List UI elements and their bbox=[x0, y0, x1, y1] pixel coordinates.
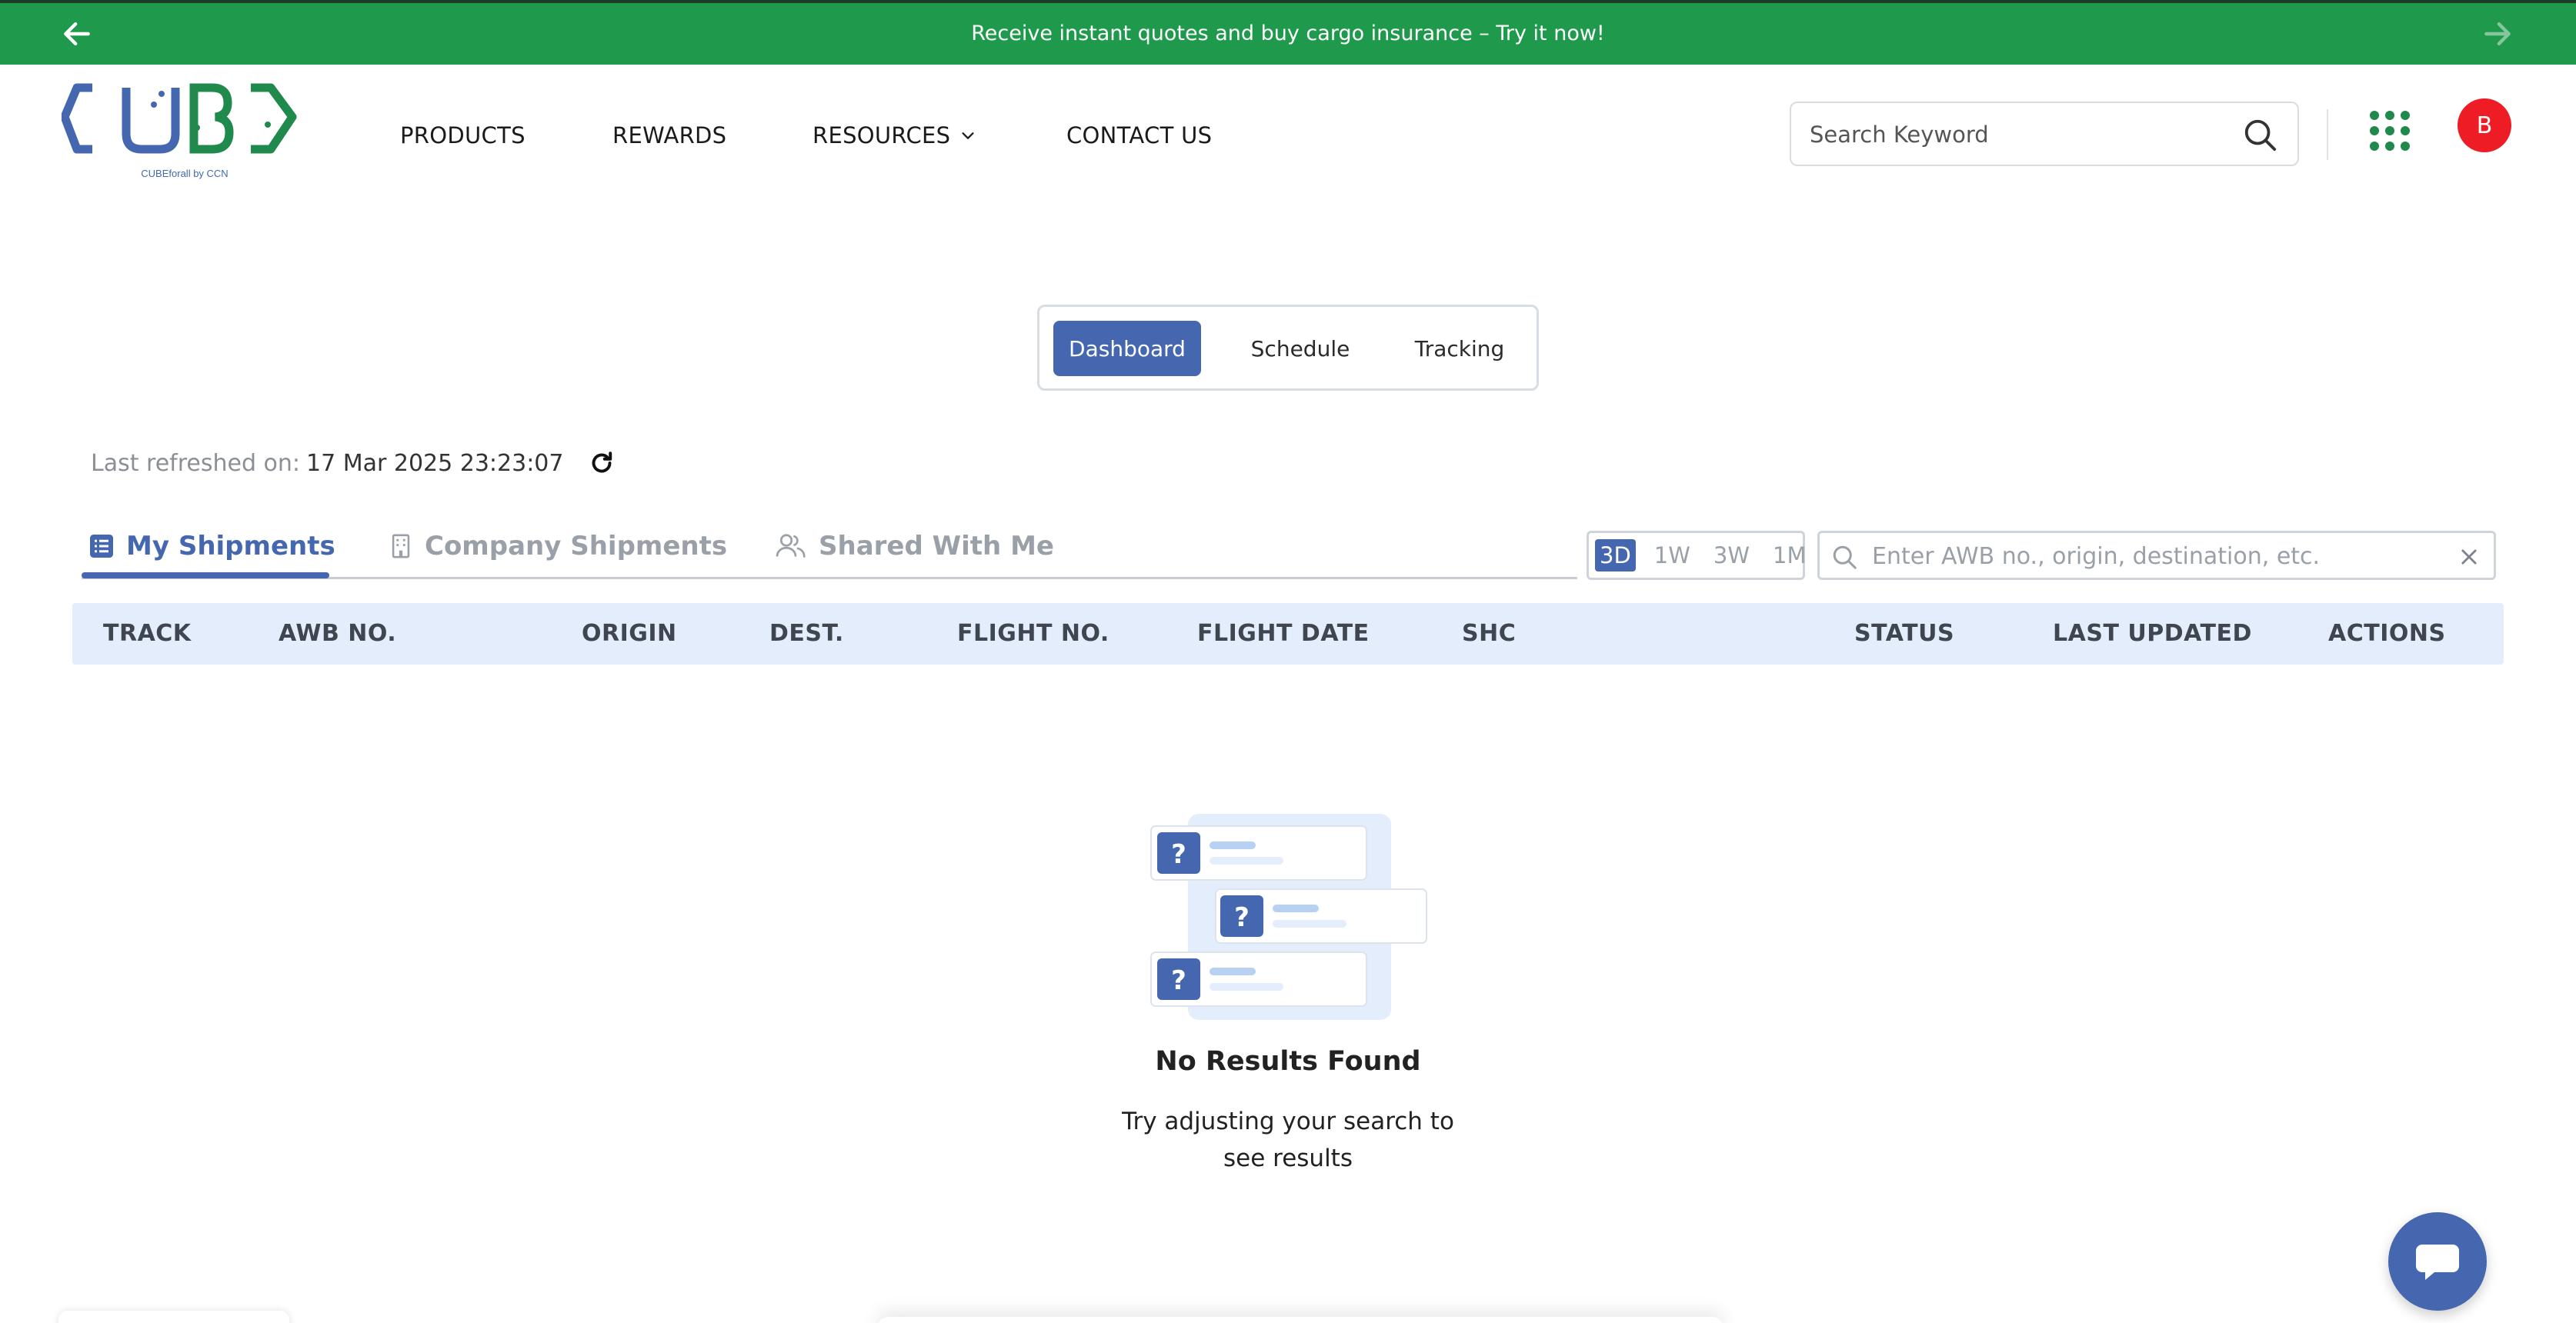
user-avatar[interactable]: B bbox=[2458, 98, 2511, 152]
period-1w[interactable]: 1W bbox=[1650, 539, 1695, 572]
chat-button[interactable] bbox=[2388, 1212, 2487, 1311]
bottom-panel bbox=[877, 1317, 1723, 1323]
apps-grid-icon[interactable] bbox=[2367, 108, 2413, 154]
column-header-awb-no: AWB NO. bbox=[279, 620, 397, 647]
period-3w[interactable]: 3W bbox=[1709, 539, 1754, 572]
period-1m[interactable]: 1M bbox=[1768, 539, 1810, 572]
tab-company-shipments-label: Company Shipments bbox=[425, 531, 728, 562]
column-header-flight-no: FLIGHT NO. bbox=[957, 620, 1109, 647]
header-divider bbox=[2327, 109, 2328, 160]
list-icon bbox=[90, 535, 113, 558]
search-icon bbox=[1833, 545, 1857, 569]
period-filter: 3D 1W 3W 1M bbox=[1587, 531, 1807, 580]
column-header-dest: DEST. bbox=[769, 620, 844, 647]
logo-tagline: CUBEforall by CCN bbox=[141, 168, 228, 179]
tab-my-shipments[interactable]: My Shipments bbox=[88, 526, 335, 566]
active-tab-indicator bbox=[82, 572, 329, 578]
last-refreshed-value: 17 Mar 2025 23:23:07 bbox=[306, 449, 564, 477]
nav-rewards[interactable]: REWARDS bbox=[612, 120, 726, 151]
column-header-shc: SHC bbox=[1462, 620, 1517, 647]
column-header-last-updated: LAST UPDATED bbox=[2053, 620, 2252, 647]
svg-text:?: ? bbox=[1171, 839, 1186, 870]
last-refreshed-label: Last refreshed on: bbox=[91, 449, 301, 477]
svg-text:?: ? bbox=[1171, 965, 1186, 996]
last-refreshed: Last refreshed on: 17 Mar 2025 23:23:07 bbox=[91, 446, 616, 480]
svg-text:?: ? bbox=[1234, 902, 1250, 933]
no-results-illustration: ? ? ? bbox=[1150, 814, 1427, 1020]
column-header-flight-date: FLIGHT DATE bbox=[1197, 620, 1370, 647]
empty-state-subtitle: Try adjusting your search to see results bbox=[1122, 1108, 1454, 1172]
empty-state-title: No Results Found bbox=[1155, 1046, 1421, 1077]
table-header: TRACK AWB NO. ORIGIN DEST. FLIGHT NO. FL… bbox=[72, 603, 2504, 665]
tab-company-shipments[interactable]: Company Shipments bbox=[388, 526, 727, 566]
banner-text[interactable]: Receive instant quotes and buy cargo ins… bbox=[0, 22, 2576, 45]
arrow-right-icon[interactable] bbox=[2481, 17, 2514, 51]
announcement-banner: Receive instant quotes and buy cargo ins… bbox=[0, 0, 2576, 65]
tab-tracking[interactable]: Tracking bbox=[1390, 321, 1529, 376]
shipment-search bbox=[1817, 531, 2496, 580]
tab-my-shipments-label: My Shipments bbox=[126, 531, 335, 562]
shipment-search-input[interactable] bbox=[1872, 541, 2426, 572]
nav-products[interactable]: PRODUCTS bbox=[400, 120, 526, 151]
column-header-origin: ORIGIN bbox=[582, 620, 677, 647]
header-search bbox=[1790, 102, 2299, 166]
column-header-status: STATUS bbox=[1854, 620, 1955, 647]
nav-resources-label: RESOURCES bbox=[813, 122, 951, 148]
tab-schedule[interactable]: Schedule bbox=[1227, 321, 1373, 376]
close-icon[interactable] bbox=[2458, 546, 2480, 568]
search-icon[interactable] bbox=[2242, 117, 2277, 152]
users-icon bbox=[776, 534, 806, 558]
tab-shared-with-me[interactable]: Shared With Me bbox=[774, 526, 1054, 566]
column-header-track: TRACK bbox=[103, 620, 192, 647]
chevron-down-icon bbox=[962, 132, 974, 139]
nav-resources[interactable]: RESOURCES bbox=[813, 120, 976, 151]
header-search-input[interactable] bbox=[1810, 117, 2225, 152]
column-header-actions: ACTIONS bbox=[2328, 620, 2446, 647]
refresh-icon[interactable] bbox=[588, 449, 616, 477]
bottom-widget bbox=[58, 1311, 289, 1323]
nav-contact-us[interactable]: CONTACT US bbox=[1066, 120, 1212, 151]
cube-logo[interactable]: CUBEforall by CCN bbox=[62, 82, 311, 186]
building-icon bbox=[392, 534, 410, 558]
tab-dashboard[interactable]: Dashboard bbox=[1053, 321, 1201, 376]
period-3d[interactable]: 3D bbox=[1595, 539, 1636, 572]
tab-shared-with-me-label: Shared With Me bbox=[819, 531, 1054, 562]
chat-bubble-icon bbox=[2416, 1245, 2459, 1280]
view-switcher: Dashboard Schedule Tracking bbox=[1037, 305, 1539, 391]
